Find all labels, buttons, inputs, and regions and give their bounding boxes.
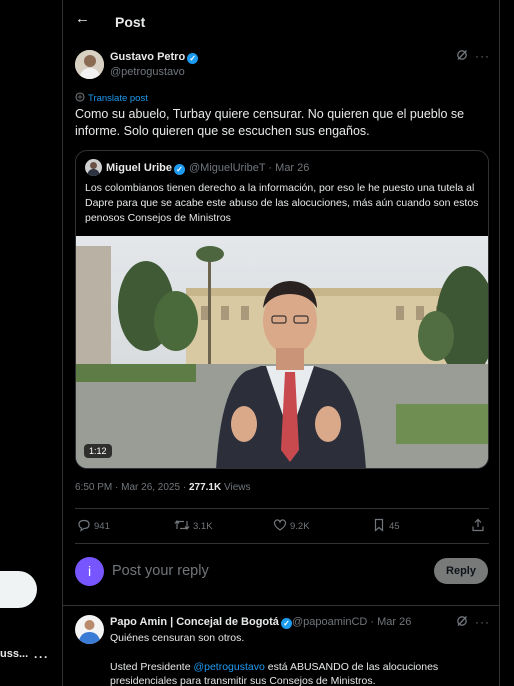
reply-handle-date[interactable]: @papoaminCD · Mar 26 bbox=[292, 616, 411, 628]
reply-action[interactable]: 941 bbox=[77, 518, 110, 532]
sidebar-post-button[interactable] bbox=[0, 571, 37, 608]
grok-icon[interactable] bbox=[456, 615, 468, 630]
verified-badge-icon: ✓ bbox=[280, 618, 292, 629]
share-icon bbox=[472, 518, 484, 532]
verified-badge-icon: ✓ bbox=[174, 164, 186, 175]
quote-text: Los colombianos tienen derecho a la info… bbox=[85, 182, 479, 224]
reply-text-line2: Usted Presidente @petrogustavo está ABUS… bbox=[110, 661, 439, 673]
views-label: Views bbox=[221, 482, 251, 493]
post-text: Como su abuelo, Turbay quiere censurar. … bbox=[75, 107, 465, 138]
bookmark-action[interactable]: 45 bbox=[372, 518, 400, 532]
reply-button[interactable]: Reply bbox=[434, 558, 488, 584]
quote-handle-date[interactable]: @MiguelUribeT · Mar 26 bbox=[189, 162, 309, 174]
post-meta: 6:50 PM · Mar 26, 2025 · 277.1K Views bbox=[75, 482, 250, 493]
repost-action[interactable]: 3.1K bbox=[174, 518, 213, 532]
translate-icon bbox=[75, 92, 85, 102]
reply-more-icon[interactable]: ··· bbox=[475, 615, 490, 629]
author-name[interactable]: Gustavo Petro ✓ bbox=[110, 51, 199, 64]
reply-input[interactable]: Post your reply bbox=[112, 563, 209, 579]
bookmark-icon bbox=[374, 518, 384, 532]
grok-icon[interactable] bbox=[456, 49, 468, 64]
quoted-post[interactable]: Miguel Uribe ✓ @MiguelUribeT · Mar 26 Los… bbox=[75, 150, 489, 469]
author-handle[interactable]: @petrogustavo bbox=[110, 66, 185, 78]
quote-author-avatar[interactable] bbox=[85, 159, 102, 176]
sidebar-account-name[interactable]: uss... bbox=[0, 648, 28, 660]
author-avatar[interactable] bbox=[75, 50, 104, 79]
divider bbox=[63, 605, 499, 606]
post-timestamp[interactable]: 6:50 PM · Mar 26, 2025 · bbox=[75, 482, 189, 493]
reply-author-name[interactable]: Papo Amin | Concejal de Bogotá ✓ bbox=[110, 616, 292, 629]
post-header: ← Post bbox=[63, 0, 499, 44]
repost-icon bbox=[174, 520, 190, 530]
quote-video[interactable]: 1:12 bbox=[76, 236, 488, 468]
video-thumbnail bbox=[76, 236, 488, 468]
post-more-icon[interactable]: ··· bbox=[475, 49, 490, 63]
video-duration: 1:12 bbox=[84, 444, 112, 458]
share-action[interactable] bbox=[471, 518, 488, 532]
divider bbox=[75, 543, 489, 544]
page-title: Post bbox=[115, 14, 146, 30]
views-count: 277.1K bbox=[188, 482, 222, 493]
back-arrow-icon[interactable]: ← bbox=[75, 10, 90, 27]
quote-author-name[interactable]: Miguel Uribe ✓ bbox=[106, 162, 186, 175]
current-user-avatar[interactable]: i bbox=[75, 557, 104, 586]
sidebar-account-more[interactable]: ··· bbox=[34, 650, 49, 664]
divider bbox=[75, 508, 489, 509]
post-column: ← Post Gustavo Petro ✓ @petrogustavo ··· … bbox=[62, 0, 500, 686]
reply-author-avatar[interactable] bbox=[75, 615, 104, 644]
mention-link[interactable]: @petrogustavo bbox=[193, 661, 264, 673]
reply-text-line3: presidenciales para transmitir sus Conse… bbox=[110, 675, 376, 686]
reply-text-line1: Quiénes censuran son otros. bbox=[110, 632, 245, 644]
verified-badge-icon: ✓ bbox=[187, 53, 199, 64]
reply-icon bbox=[78, 519, 90, 532]
like-action[interactable]: 9.2K bbox=[273, 518, 310, 532]
translate-post-link[interactable]: Translate post bbox=[75, 92, 148, 104]
heart-icon bbox=[273, 519, 287, 531]
